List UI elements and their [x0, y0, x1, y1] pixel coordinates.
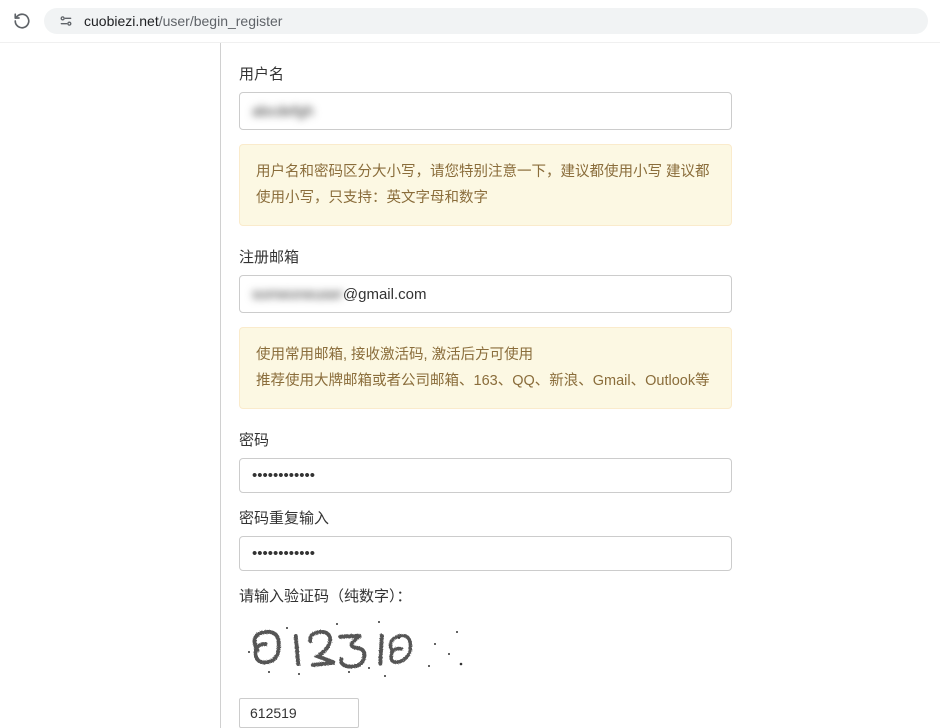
password-confirm-input[interactable] — [239, 536, 732, 571]
username-label: 用户名 — [239, 63, 732, 84]
url-bar[interactable]: cuobiezi.net/user/begin_register — [44, 8, 928, 34]
browser-bar: cuobiezi.net/user/begin_register — [0, 0, 940, 43]
password-label: 密码 — [239, 429, 732, 450]
reload-button[interactable] — [12, 11, 32, 31]
captcha-image[interactable] — [239, 614, 469, 684]
email-input[interactable]: someoneuser@gmail.com — [239, 275, 732, 313]
password-confirm-label: 密码重复输入 — [239, 507, 732, 528]
url-text: cuobiezi.net/user/begin_register — [84, 13, 282, 29]
username-input[interactable]: abcdefgh — [239, 92, 732, 130]
username-hint: 用户名和密码区分大小写，请您特别注意一下，建议都使用小写 建议都使用小写，只支持… — [239, 144, 732, 226]
page-content: 用户名 abcdefgh 用户名和密码区分大小写，请您特别注意一下，建议都使用小… — [0, 43, 940, 728]
captcha-label: 请输入验证码（纯数字）： — [239, 585, 732, 606]
email-hint: 使用常用邮箱, 接收激活码, 激活后方可使用 推荐使用大牌邮箱或者公司邮箱、16… — [239, 327, 732, 409]
captcha-input[interactable] — [239, 698, 359, 728]
password-input[interactable] — [239, 458, 732, 493]
register-form: 用户名 abcdefgh 用户名和密码区分大小写，请您特别注意一下，建议都使用小… — [220, 43, 750, 728]
site-controls-icon[interactable] — [58, 13, 74, 29]
email-label: 注册邮箱 — [239, 246, 732, 267]
